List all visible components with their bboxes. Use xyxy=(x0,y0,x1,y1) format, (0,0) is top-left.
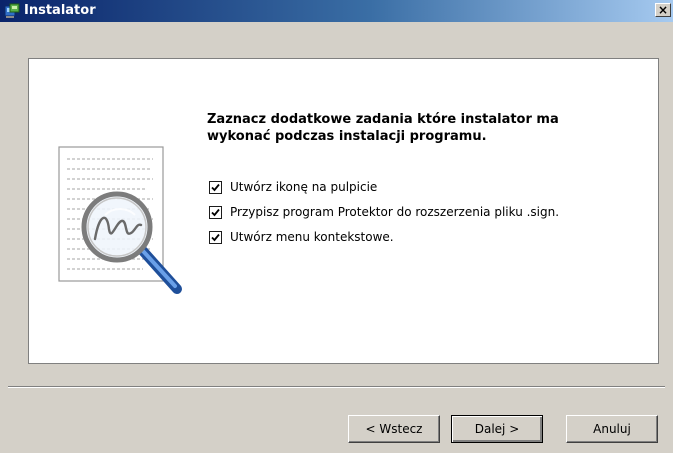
checkmark-icon xyxy=(211,183,220,191)
installer-window: Instalator × Zaznacz dodatkowe zadania k… xyxy=(0,0,673,453)
checkbox-associate-sign[interactable] xyxy=(209,205,222,219)
option-label: Utwórz ikonę na pulpicie xyxy=(230,180,378,194)
option-context-menu[interactable]: Utwórz menu kontekstowe. xyxy=(209,229,394,245)
option-label: Przypisz program Protektor do rozszerzen… xyxy=(230,205,560,219)
magnifier-document-icon xyxy=(58,146,182,294)
installer-icon xyxy=(4,3,20,18)
checkmark-icon xyxy=(211,233,220,241)
back-button[interactable]: < Wstecz xyxy=(348,415,440,443)
page-heading: Zaznacz dodatkowe zadania które instalat… xyxy=(207,111,627,145)
close-icon[interactable]: × xyxy=(655,3,671,17)
next-button[interactable]: Dalej > xyxy=(451,415,543,443)
separator xyxy=(8,386,665,388)
checkmark-icon xyxy=(211,208,220,216)
cancel-button[interactable]: Anuluj xyxy=(566,415,658,443)
heading-line-1: Zaznacz dodatkowe zadania które instalat… xyxy=(207,112,559,127)
window-title: Instalator xyxy=(24,3,96,18)
option-label: Utwórz menu kontekstowe. xyxy=(230,230,394,244)
content-panel: Zaznacz dodatkowe zadania które instalat… xyxy=(28,58,659,364)
checkbox-desktop-icon[interactable] xyxy=(209,180,222,194)
option-desktop-icon[interactable]: Utwórz ikonę na pulpicie xyxy=(209,179,377,195)
option-associate-sign[interactable]: Przypisz program Protektor do rozszerzen… xyxy=(209,204,559,220)
heading-line-2: wykonać podczas instalacji programu. xyxy=(207,129,487,144)
title-bar[interactable]: Instalator × xyxy=(0,0,673,22)
checkbox-context-menu[interactable] xyxy=(209,230,222,244)
